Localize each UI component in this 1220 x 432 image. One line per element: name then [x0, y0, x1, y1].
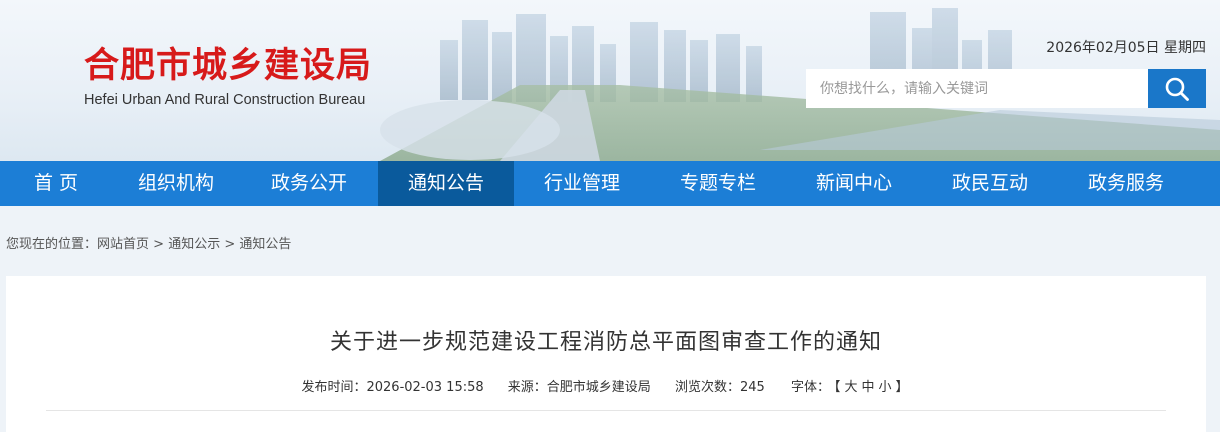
- header-banner: 合肥市城乡建设局 Hefei Urban And Rural Construct…: [0, 0, 1220, 161]
- view-count-value: 245: [739, 380, 765, 395]
- article-panel: 关于进一步规范建设工程消防总平面图审查工作的通知 发布时间：2026-02-03…: [6, 276, 1206, 432]
- nav-item-notices[interactable]: 通知公告: [378, 161, 514, 206]
- breadcrumb-home-link[interactable]: 网站首页: [97, 237, 149, 252]
- breadcrumb-prefix: 您现在的位置：: [6, 237, 98, 252]
- nav-item-industry-management[interactable]: 行业管理: [514, 161, 650, 206]
- search-icon: [1165, 77, 1189, 101]
- nav-item-news-center[interactable]: 新闻中心: [786, 161, 922, 206]
- font-bracket-open: 【: [833, 380, 841, 395]
- font-size-label: 字体：: [790, 380, 830, 395]
- breadcrumb-notices-link[interactable]: 通知公示: [168, 237, 220, 252]
- nav-item-government-affairs[interactable]: 政务公开: [240, 161, 378, 206]
- main-nav: 首 页 组织机构 政务公开 通知公告 行业管理 专题专栏 新闻中心 政民互动 政…: [0, 161, 1220, 206]
- source: 来源：合肥市城乡建设局: [508, 380, 651, 395]
- publish-time: 发布时间：2026-02-03 15:58: [301, 380, 483, 395]
- breadcrumb: 您现在的位置：网站首页 > 通知公示 > 通知公告: [6, 233, 291, 252]
- source-value: 合肥市城乡建设局: [546, 380, 651, 395]
- view-count: 浏览次数：245: [675, 380, 765, 395]
- logo-english-name: Hefei Urban And Rural Construction Burea…: [84, 92, 366, 108]
- nav-item-organization[interactable]: 组织机构: [112, 161, 240, 206]
- font-size-large-button[interactable]: 大: [844, 380, 857, 395]
- nav-item-special-topics[interactable]: 专题专栏: [650, 161, 786, 206]
- view-count-label: 浏览次数：: [674, 380, 740, 395]
- current-date: 2026年02月05日 星期四: [1046, 40, 1206, 56]
- font-size-selector: 字体：【大中小】: [789, 380, 911, 395]
- search-button[interactable]: [1148, 69, 1206, 108]
- nav-item-public-interaction[interactable]: 政民互动: [922, 161, 1058, 206]
- meta-divider: [46, 410, 1166, 411]
- breadcrumb-separator: >: [149, 237, 169, 252]
- font-size-small-button[interactable]: 小: [879, 380, 892, 395]
- breadcrumb-separator: >: [220, 237, 240, 252]
- search-input[interactable]: [806, 69, 1148, 108]
- article-title: 关于进一步规范建设工程消防总平面图审查工作的通知: [329, 330, 882, 355]
- source-label: 来源：: [507, 380, 547, 395]
- publish-time-label: 发布时间：: [301, 380, 367, 395]
- search-box: [806, 69, 1206, 108]
- font-size-medium-button[interactable]: 中: [861, 380, 874, 395]
- nav-item-government-services[interactable]: 政务服务: [1058, 161, 1194, 206]
- breadcrumb-current[interactable]: 通知公告: [239, 237, 291, 252]
- font-bracket-close: 】: [895, 380, 909, 395]
- nav-item-home[interactable]: 首 页: [0, 161, 112, 206]
- publish-time-value: 2026-02-03 15:58: [366, 380, 484, 395]
- site-logo[interactable]: 合肥市城乡建设局 Hefei Urban And Rural Construct…: [84, 44, 372, 110]
- article-meta: 发布时间：2026-02-03 15:58 来源：合肥市城乡建设局 浏览次数：2…: [6, 376, 1206, 395]
- logo-chinese-name: 合肥市城乡建设局: [84, 45, 373, 86]
